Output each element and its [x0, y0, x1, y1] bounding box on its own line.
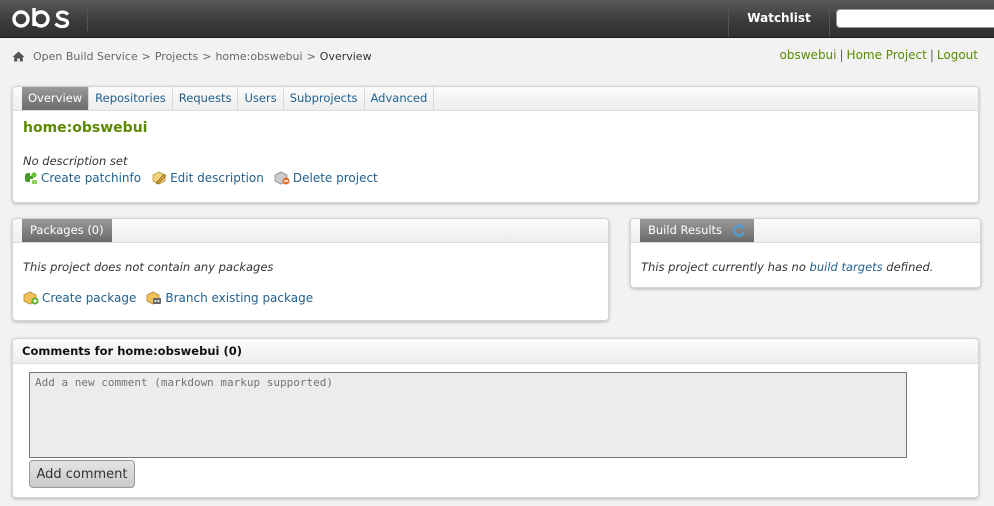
divider: |	[839, 48, 844, 62]
build-results-text-before: This project currently has no	[641, 260, 810, 274]
top-bar: Watchlist	[0, 0, 994, 38]
tab-overview[interactable]: Overview	[22, 87, 90, 110]
watchlist-button[interactable]: Watchlist	[728, 0, 830, 37]
comments-box: Comments for home:obswebui (0) Add comme…	[12, 338, 979, 498]
breadcrumb-current: Overview	[319, 49, 372, 63]
delete-project-link[interactable]: Delete project	[274, 171, 378, 185]
user-links: obswebui | Home Project | Logout	[780, 48, 978, 62]
branch-package-label: Branch existing package	[165, 291, 314, 305]
comments-title: Comments for home:obswebui (0)	[13, 339, 978, 364]
tab-requests[interactable]: Requests	[173, 87, 239, 110]
tab-subprojects[interactable]: Subprojects	[284, 87, 365, 110]
tab-advanced[interactable]: Advanced	[365, 87, 435, 110]
username-link[interactable]: obswebui	[780, 48, 837, 62]
create-patchinfo-label: Create patchinfo	[41, 171, 142, 185]
project-description: No description set	[23, 154, 128, 168]
project-overview-box: Overview Repositories Requests Users Sub…	[12, 86, 979, 203]
branch-package-icon	[146, 291, 162, 305]
edit-description-icon	[152, 171, 167, 185]
create-package-link[interactable]: Create package	[23, 291, 136, 305]
edit-description-label: Edit description	[170, 171, 264, 185]
build-results-title: Build Results	[640, 219, 754, 242]
comment-textarea[interactable]	[29, 372, 907, 458]
breadcrumb: Open Build Service > Projects > home:obs…	[12, 47, 372, 65]
obs-logo[interactable]	[12, 7, 88, 31]
packages-title: Packages (0)	[22, 219, 112, 242]
tab-users[interactable]: Users	[238, 87, 284, 110]
breadcrumb-project[interactable]: home:obswebui	[215, 50, 302, 63]
obs-logo-graphic	[12, 8, 70, 29]
breadcrumb-separator: >	[306, 49, 316, 63]
tab-repositories[interactable]: Repositories	[89, 87, 173, 110]
breadcrumb-projects[interactable]: Projects	[155, 50, 198, 63]
delete-project-label: Delete project	[292, 171, 378, 185]
project-tabs: Overview Repositories Requests Users Sub…	[13, 87, 978, 111]
delete-project-icon	[274, 171, 290, 185]
logout-link[interactable]: Logout	[937, 48, 978, 62]
build-results-header: Build Results	[631, 219, 980, 243]
refresh-icon[interactable]	[732, 224, 746, 238]
edit-description-link[interactable]: Edit description	[151, 171, 264, 185]
branch-package-link[interactable]: Branch existing package	[146, 291, 313, 305]
packages-empty-text: This project does not contain any packag…	[23, 260, 274, 274]
packages-header: Packages (0)	[13, 219, 608, 243]
project-actions: Create patchinfo Edit description Delete…	[23, 171, 388, 185]
breadcrumb-open-build-service[interactable]: Open Build Service	[33, 50, 138, 63]
search-input[interactable]	[836, 9, 994, 28]
divider: |	[929, 48, 934, 62]
build-results-title-text: Build Results	[648, 223, 723, 237]
patchinfo-icon	[25, 172, 37, 184]
create-package-label: Create package	[42, 291, 137, 305]
breadcrumb-separator: >	[141, 49, 151, 63]
home-project-link[interactable]: Home Project	[847, 48, 927, 62]
project-title: home:obswebui	[23, 120, 148, 136]
build-targets-link[interactable]: build targets	[810, 260, 883, 274]
breadcrumb-separator: >	[202, 49, 212, 63]
packages-box: Packages (0) This project does not conta…	[12, 218, 609, 321]
build-results-box: Build Results This project currently has…	[630, 218, 981, 288]
create-patchinfo-link[interactable]: Create patchinfo	[23, 171, 141, 185]
add-comment-button[interactable]: Add comment	[29, 460, 135, 488]
create-package-icon	[23, 291, 39, 305]
package-actions: Create package Branch existing package	[23, 291, 323, 305]
home-icon[interactable]	[12, 51, 25, 62]
build-results-text: This project currently has no build targ…	[641, 260, 933, 274]
build-results-text-after: defined.	[882, 260, 934, 274]
